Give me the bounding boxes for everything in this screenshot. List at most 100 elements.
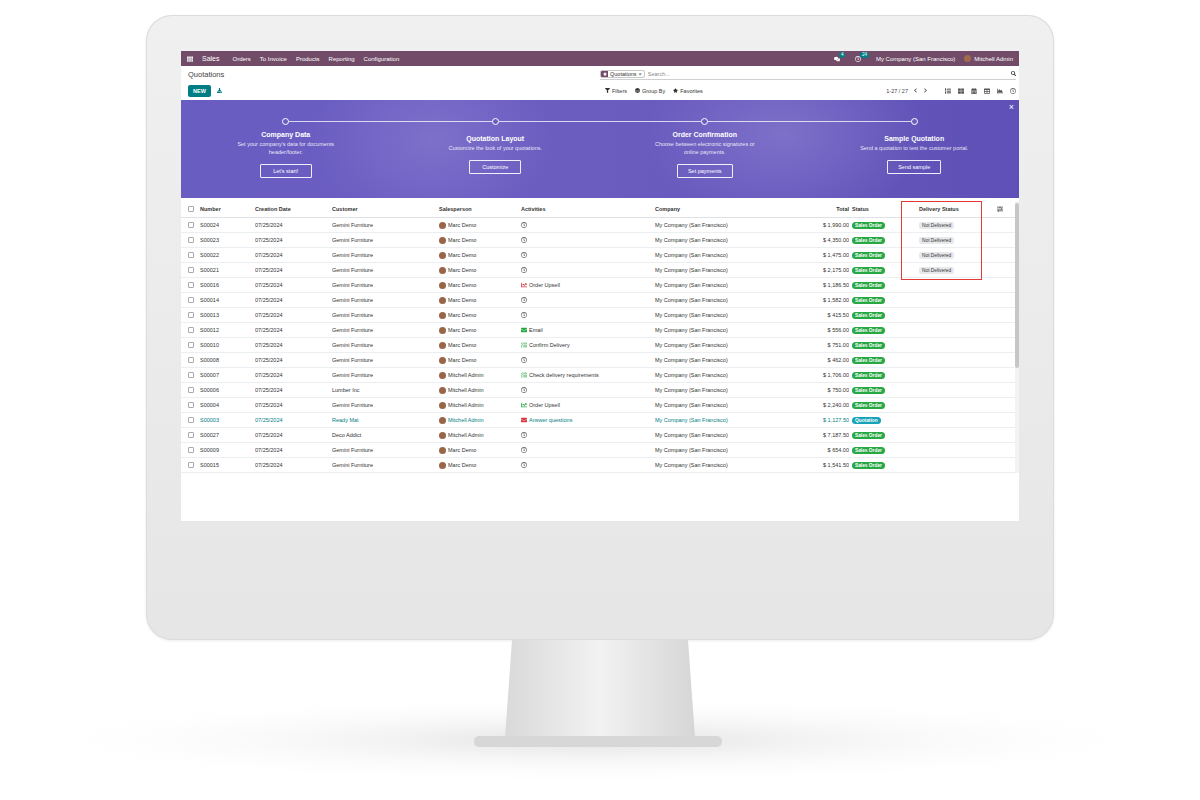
row-checkbox[interactable] [188,372,194,378]
row-checkbox[interactable] [188,267,194,273]
scroll-thumb[interactable] [1015,203,1019,368]
table-row[interactable]: S0000407/25/2024Gemini FurnitureMitchell… [181,398,1015,413]
column-header[interactable]: Delivery Status [911,206,997,212]
activity-cell[interactable] [521,312,655,318]
view-button[interactable] [958,88,964,94]
select-all-checkbox[interactable] [188,206,194,212]
column-header[interactable]: Status [849,206,911,212]
row-checkbox[interactable] [188,252,194,258]
activity-cell[interactable] [521,252,655,258]
scrollbar[interactable] [1015,201,1019,473]
view-button[interactable] [1010,88,1016,94]
step-button[interactable]: Customize [469,160,521,174]
row-checkbox[interactable] [188,327,194,333]
settings-sliders-icon[interactable] [997,206,1003,212]
column-header[interactable]: Salesperson [439,206,521,212]
nav-item[interactable]: Configuration [364,56,400,62]
pager[interactable]: 1-27 / 27 [886,88,908,94]
facet-remove[interactable]: × [639,71,644,77]
row-checkbox[interactable] [188,387,194,393]
filter-button[interactable]: Favorites [673,88,703,94]
table-row[interactable]: S0002407/25/2024Gemini FurnitureMarc Dem… [181,218,1015,233]
row-checkbox[interactable] [188,447,194,453]
activity-cell[interactable] [521,222,655,228]
table-row[interactable]: S0002307/25/2024Gemini FurnitureMarc Dem… [181,233,1015,248]
chevron-left-icon[interactable] [913,88,918,93]
activity-cell[interactable]: Order Upsell [521,402,655,408]
view-button[interactable] [984,88,990,94]
table-row[interactable]: S0001507/25/2024Gemini FurnitureMarc Dem… [181,458,1015,473]
table-row[interactable]: S0001207/25/2024Gemini FurnitureMarc Dem… [181,323,1015,338]
banner-close-button[interactable]: × [1009,102,1014,112]
row-checkbox[interactable] [188,222,194,228]
activity-cell[interactable]: Answer questions [521,417,655,423]
search-bar[interactable]: Quotations×Search... [600,68,1016,80]
activity-cell[interactable] [521,267,655,273]
table-row[interactable]: S0000607/25/2024Lumber IncMitchell Admin… [181,383,1015,398]
activity-cell[interactable]: Email [521,327,655,333]
messages-button[interactable]: 4 [834,56,840,62]
app-name[interactable]: Sales [202,55,220,62]
table-row[interactable]: S0001307/25/2024Gemini FurnitureMarc Dem… [181,308,1015,323]
column-header[interactable]: Activities [521,206,655,212]
row-checkbox[interactable] [188,357,194,363]
step-button[interactable]: Send sample [887,160,941,174]
activity-cell[interactable] [521,387,655,393]
chevron-right-icon[interactable] [923,88,928,93]
table-row[interactable]: S0001007/25/2024Gemini FurnitureMarc Dem… [181,338,1015,353]
table-row[interactable]: S0001607/25/2024Gemini FurnitureMarc Dem… [181,278,1015,293]
table-row[interactable]: S0002207/25/2024Gemini FurnitureMarc Dem… [181,248,1015,263]
activity-cell[interactable]: Check delivery requirements [521,372,655,378]
row-checkbox[interactable] [188,462,194,468]
nav-item[interactable]: To Invoice [260,56,287,62]
search-input[interactable]: Search... [648,71,1008,77]
row-checkbox[interactable] [188,282,194,288]
left-tools: NEW [188,85,600,97]
progress-line [810,121,911,122]
app-grid-icon[interactable] [187,56,193,62]
activity-cell[interactable] [521,297,655,303]
activity-cell[interactable] [521,462,655,468]
table-row[interactable]: S0000707/25/2024Gemini FurnitureMitchell… [181,368,1015,383]
table-row[interactable]: S0002107/25/2024Gemini FurnitureMarc Dem… [181,263,1015,278]
row-checkbox[interactable] [188,432,194,438]
activity-cell[interactable] [521,432,655,438]
filter-button[interactable]: Group By [635,88,665,94]
column-header[interactable]: Company [655,206,801,212]
view-button[interactable] [945,88,951,94]
activity-cell[interactable] [521,357,655,363]
row-checkbox[interactable] [188,402,194,408]
user-menu[interactable]: Mitchell Admin [964,55,1013,62]
column-header[interactable]: Customer [332,206,439,212]
nav-item[interactable]: Reporting [329,56,355,62]
table-row[interactable]: S0000907/25/2024Gemini FurnitureMarc Dem… [181,443,1015,458]
filter-button[interactable]: Filters [605,88,627,94]
activity-cell[interactable] [521,447,655,453]
row-checkbox[interactable] [188,237,194,243]
column-header[interactable]: Total [801,206,849,212]
column-header[interactable]: Number [200,206,255,212]
row-checkbox[interactable] [188,342,194,348]
search-icon[interactable] [1011,71,1016,76]
download-icon[interactable] [217,88,222,93]
row-checkbox[interactable] [188,297,194,303]
activity-cell[interactable]: Confirm Delivery [521,342,655,348]
row-checkbox[interactable] [188,417,194,423]
activity-cell[interactable]: Order Upsell [521,282,655,288]
activities-button[interactable]: 24 [855,56,861,62]
column-header[interactable]: Creation Date [255,206,332,212]
table-row[interactable]: S0002707/25/2024Deco AddictMitchell Admi… [181,428,1015,443]
table-row[interactable]: S0001407/25/2024Gemini FurnitureMarc Dem… [181,293,1015,308]
row-checkbox[interactable] [188,312,194,318]
company-switcher[interactable]: My Company (San Francisco) [876,56,955,62]
step-button[interactable]: Let's start! [260,164,312,178]
nav-item[interactable]: Products [296,56,320,62]
view-button[interactable] [997,88,1003,94]
nav-item[interactable]: Orders [233,56,251,62]
table-row[interactable]: S0000307/25/2024Ready MatMitchell AdminA… [181,413,1015,428]
view-button[interactable] [971,88,977,94]
activity-cell[interactable] [521,237,655,243]
new-button[interactable]: NEW [188,85,211,97]
table-row[interactable]: S0000807/25/2024Gemini FurnitureMarc Dem… [181,353,1015,368]
step-button[interactable]: Set payments [677,164,733,178]
